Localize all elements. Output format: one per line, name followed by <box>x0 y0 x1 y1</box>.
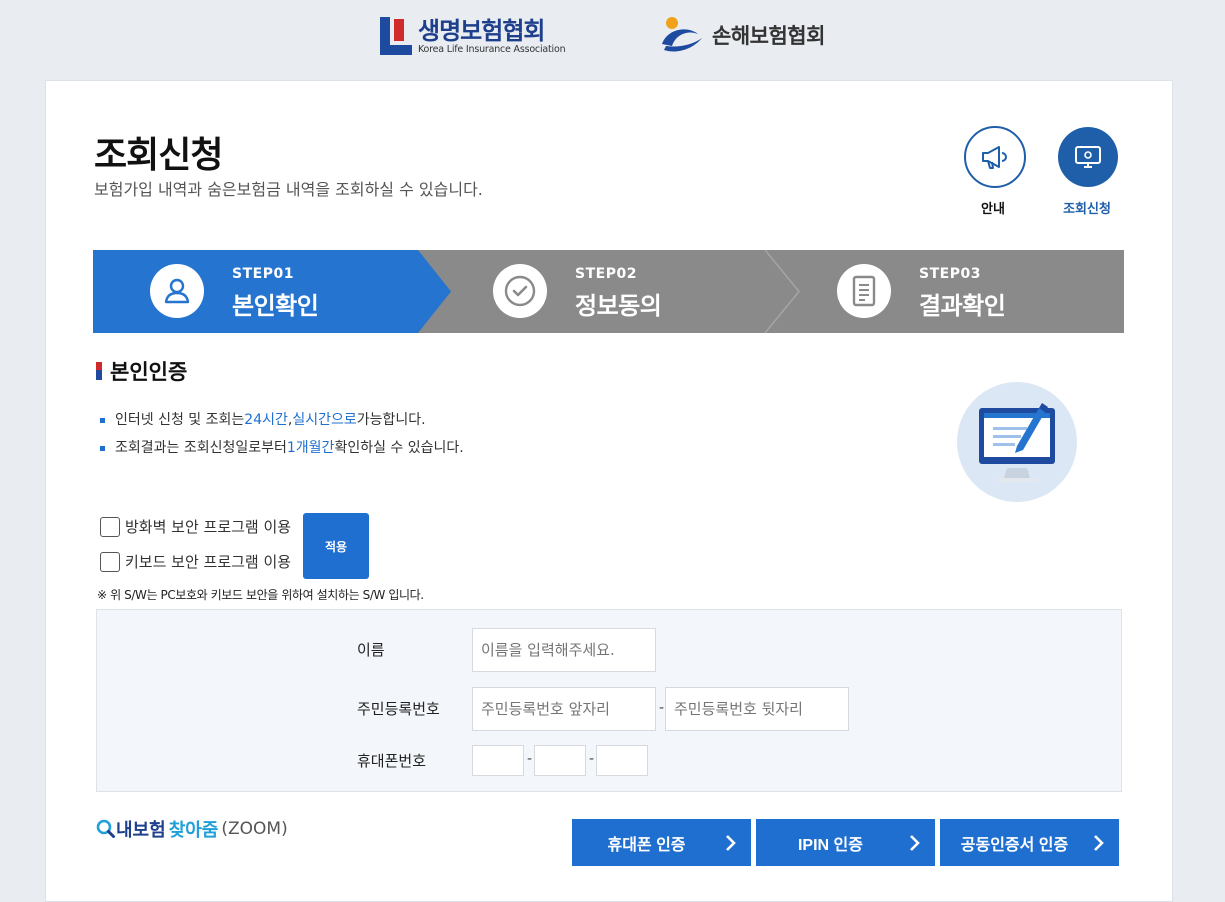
step1-name: 본인확인 <box>232 292 319 320</box>
section-title: 본인인증 <box>96 356 187 386</box>
notice-list: 인터넷 신청 및 조회는 24시간, 실시간으로 가능합니다. 조회결과는 조회… <box>100 406 464 462</box>
klia-logo-mark-icon <box>380 17 412 55</box>
bullet-icon <box>100 445 105 451</box>
phone-part1-input[interactable] <box>472 745 524 776</box>
notice-highlight: 24시간 <box>244 412 288 428</box>
megaphone-icon <box>982 146 1007 169</box>
klia-logo[interactable]: 생명보험협회 Korea Life Insurance Association <box>380 15 566 57</box>
step1: STEP01 본인확인 <box>232 266 319 321</box>
step3-number: STEP03 <box>919 266 981 282</box>
chevron-right-icon <box>715 834 745 852</box>
guide-button[interactable] <box>964 126 1026 188</box>
zoom-text-3: (ZOOM) <box>221 819 288 839</box>
step2: STEP02 정보동의 <box>575 266 662 321</box>
notice-item: 조회결과는 조회신청일로부터 1개월간 확인하실 수 있습니다. <box>100 434 464 462</box>
certificate-auth-button[interactable]: 공동인증서 인증 <box>940 819 1119 866</box>
keyboard-security-label: 키보드 보안 프로그램 이용 <box>125 553 292 571</box>
step-progress-bar: STEP01 본인확인 STEP02 정보동의 STEP03 결과확인 <box>93 250 1124 333</box>
step3-document-icon <box>837 264 891 318</box>
inquiry-request-button[interactable] <box>1058 127 1118 187</box>
guide-label: 안내 <box>981 202 1005 217</box>
firewall-label: 방화벽 보안 프로그램 이용 <box>125 518 292 536</box>
chevron-right-icon <box>1083 834 1113 852</box>
phone-auth-button[interactable]: 휴대폰 인증 <box>572 819 751 866</box>
phone-auth-label: 휴대폰 인증 <box>607 836 686 854</box>
certificate-auth-label: 공동인증서 인증 <box>960 836 1069 854</box>
step3: STEP03 결과확인 <box>919 266 1006 321</box>
klia-logo-korean: 생명보험협회 <box>418 16 545 45</box>
magnifier-icon <box>96 819 115 838</box>
phone-dash-1: - <box>527 751 533 767</box>
notice-text: 확인하실 수 있습니다. <box>334 440 464 456</box>
ipin-auth-label: IPIN 인증 <box>797 836 863 854</box>
page-title: 조회신청 <box>94 135 223 176</box>
name-label: 이름 <box>357 641 385 659</box>
step1-user-icon <box>150 264 204 318</box>
keyboard-checkbox-row[interactable]: 키보드 보안 프로그램 이용 <box>100 551 291 572</box>
phone-label: 휴대폰번호 <box>357 752 427 770</box>
rrn-dash: - <box>659 700 665 716</box>
keyboard-security-checkbox[interactable] <box>100 551 120 572</box>
step2-name: 정보동의 <box>575 292 662 320</box>
step3-name: 결과확인 <box>919 292 1006 320</box>
gia-logo-mark-icon <box>662 17 702 52</box>
notice-text: 조회결과는 조회신청일로부터 <box>115 440 287 456</box>
apply-button[interactable]: 적용 <box>303 513 369 579</box>
phone-part2-input[interactable] <box>534 745 586 776</box>
notice-item: 인터넷 신청 및 조회는 24시간, 실시간으로 가능합니다. <box>100 406 464 434</box>
monitor-icon <box>1075 146 1101 168</box>
step1-number: STEP01 <box>232 266 294 282</box>
section-title-text: 본인인증 <box>110 360 188 384</box>
notice-highlight: 실시간으로 <box>292 412 357 428</box>
firewall-checkbox[interactable] <box>100 516 120 537</box>
rrn-front-input[interactable] <box>472 687 656 731</box>
klia-logo-english: Korea Life Insurance Association <box>418 43 566 55</box>
phone-dash-2: - <box>589 751 595 767</box>
rrn-back-input[interactable] <box>665 687 849 731</box>
inquiry-request-label: 조회신청 <box>1063 202 1111 217</box>
chevron-right-icon <box>899 834 929 852</box>
page-subtitle: 보험가입 내역과 숨은보험금 내역을 조회하실 수 있습니다. <box>94 180 483 199</box>
notice-text: 인터넷 신청 및 조회는 <box>115 412 245 428</box>
name-input[interactable] <box>472 628 656 672</box>
notice-text: 가능합니다. <box>356 412 426 428</box>
software-note: ※ 위 S/W는 PC보호와 키보드 보안을 위하여 설치하는 S/W 입니다. <box>97 588 424 602</box>
step2-number: STEP02 <box>575 266 637 282</box>
notice-highlight: 1개월간 <box>286 440 335 456</box>
section-mark-icon <box>96 362 102 380</box>
ipin-auth-button[interactable]: IPIN 인증 <box>756 819 935 866</box>
computer-illustration-icon <box>957 382 1077 502</box>
zoom-service-link[interactable]: 내보험 찾아줌 (ZOOM) <box>96 816 288 842</box>
gia-logo-korean: 손해보험협회 <box>712 24 825 48</box>
rrn-label: 주민등록번호 <box>357 700 440 718</box>
phone-part3-input[interactable] <box>596 745 648 776</box>
step2-check-circle-icon <box>493 264 547 318</box>
bullet-icon <box>100 417 105 423</box>
zoom-text-2: 찾아줌 <box>168 820 219 841</box>
zoom-text-1: 내보험 <box>116 820 166 841</box>
top-bar: 생명보험협회 Korea Life Insurance Association … <box>0 0 1225 70</box>
gia-logo[interactable]: 손해보험협회 <box>658 14 825 56</box>
firewall-checkbox-row[interactable]: 방화벽 보안 프로그램 이용 <box>100 516 291 537</box>
